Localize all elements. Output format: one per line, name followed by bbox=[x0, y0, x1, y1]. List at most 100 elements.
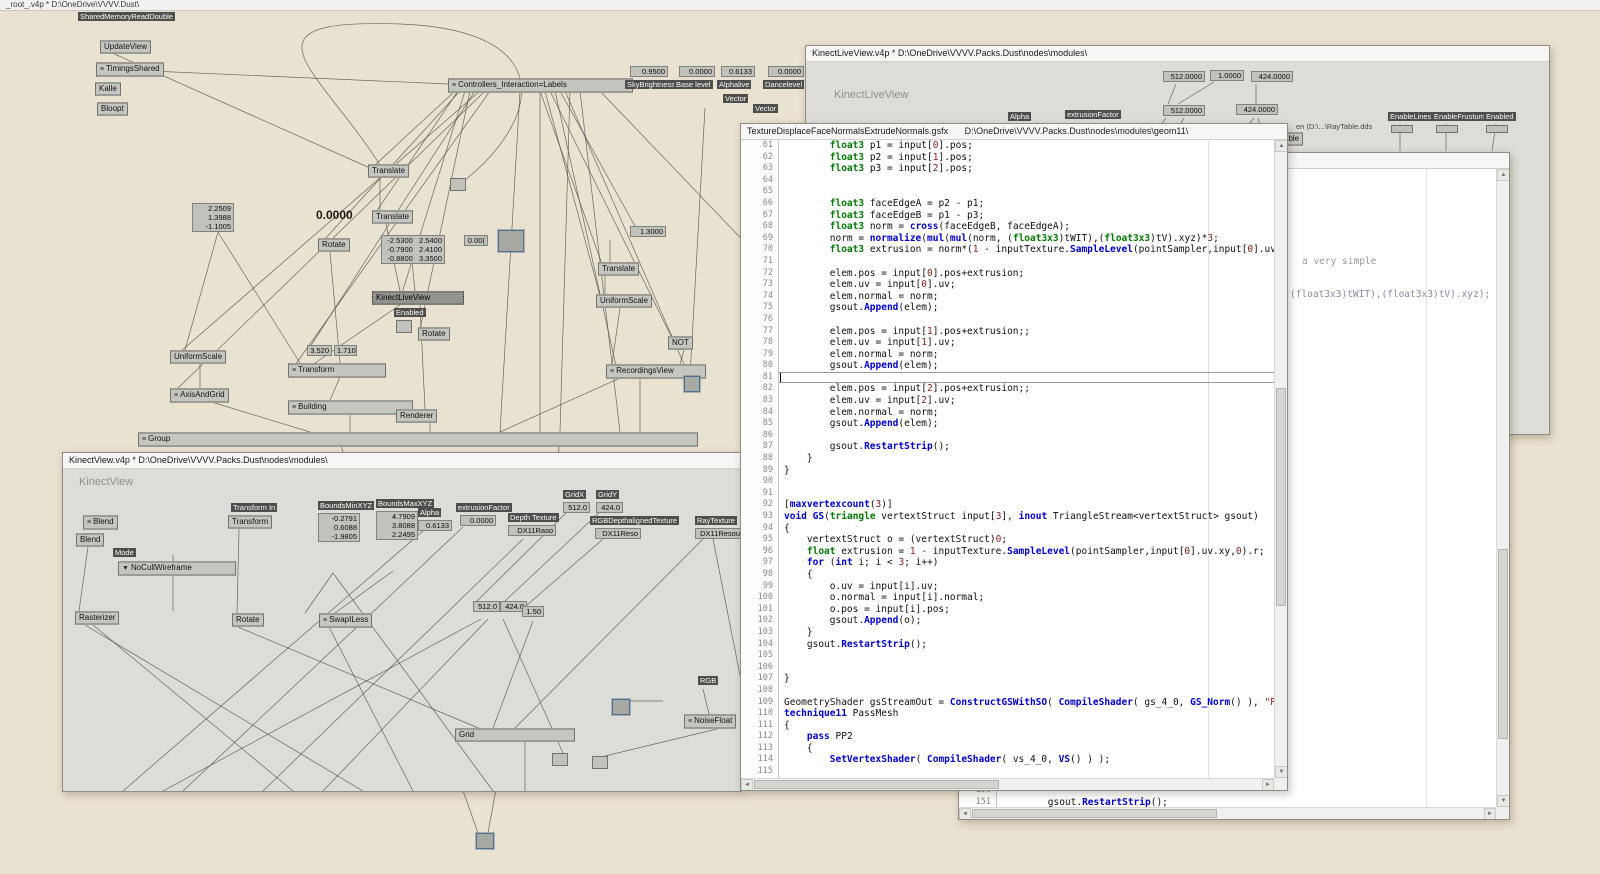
label-base-level[interactable]: Base level bbox=[674, 80, 713, 89]
value-0-0000[interactable]: 0.0000 bbox=[460, 515, 496, 526]
label-enablefrustum[interactable]: EnableFrustum bbox=[1432, 112, 1487, 121]
kinectview-titlebar[interactable]: KinectView.v4p * D:\OneDrive\VVVV.Packs.… bbox=[63, 453, 741, 469]
label-dancelevel[interactable]: Dancelevel bbox=[763, 80, 804, 89]
value-424-0000[interactable]: 424.0000 bbox=[1251, 71, 1293, 82]
value-512-0[interactable]: 512.0 bbox=[563, 502, 590, 513]
value-4-7909-3-8088-2-2495[interactable]: 4.7909 3.8088 2.2495 bbox=[376, 511, 418, 540]
code-line[interactable]: 73 elem.uv = input[0].uv; bbox=[741, 279, 1274, 291]
value-512-0000[interactable]: 512.0000 bbox=[1163, 71, 1205, 82]
shader-editor-titlebar[interactable]: TextureDisplaceFaceNormalsExtrudeNormals… bbox=[741, 124, 1287, 140]
code-line[interactable]: 106 bbox=[741, 662, 1274, 674]
hub-blend[interactable]: ≡Blend bbox=[83, 515, 118, 530]
code-line[interactable]: 111{ bbox=[741, 720, 1274, 732]
node-translate[interactable]: Translate bbox=[372, 210, 413, 224]
scroll-up-button[interactable] bbox=[1275, 140, 1287, 152]
code-line[interactable]: 102 gsout.Append(o); bbox=[741, 615, 1274, 627]
code-line[interactable]: 76 bbox=[741, 314, 1274, 326]
label-gridx[interactable]: GridX bbox=[563, 490, 586, 499]
scroll-left-button[interactable] bbox=[741, 779, 753, 790]
code-line[interactable]: 68 float3 norm = cross(faceEdgeB, faceEd… bbox=[741, 221, 1274, 233]
code-line[interactable]: 110technique11 PassMesh bbox=[741, 708, 1274, 720]
vertical-scrollbar[interactable] bbox=[1274, 140, 1287, 778]
box-box[interactable] bbox=[1486, 125, 1508, 133]
node-grid[interactable]: Grid bbox=[455, 728, 575, 742]
value-424-0000[interactable]: 424.0000 bbox=[1236, 104, 1278, 115]
code-line[interactable]: 99 o.uv = input[i].uv; bbox=[741, 581, 1274, 593]
code-line[interactable]: 83 elem.uv = input[2].uv; bbox=[741, 395, 1274, 407]
hub-noisefloat[interactable]: ≡NoiseFloat bbox=[684, 714, 736, 729]
label-raytexture[interactable]: RayTexture bbox=[695, 516, 737, 525]
value-0-0000[interactable]: 0.0000 bbox=[768, 66, 804, 77]
horizontal-scrollbar[interactable] bbox=[959, 807, 1496, 819]
code-line[interactable]: 96 float extrusion = 1 - inputTexture.Sa… bbox=[741, 546, 1274, 558]
code-line[interactable]: 74 elem.normal = norm; bbox=[741, 291, 1274, 303]
selbox-box[interactable] bbox=[476, 833, 494, 849]
node-bloopt[interactable]: Bloopt bbox=[97, 102, 128, 116]
shader-editor-body[interactable]: 61 float3 p1 = input[0].pos;62 float3 p2… bbox=[741, 140, 1287, 790]
label-enabled[interactable]: Enabled bbox=[1484, 112, 1516, 121]
hub-building[interactable]: ≡Building bbox=[288, 400, 413, 415]
value-0-6133[interactable]: 0.6133 bbox=[418, 520, 452, 531]
node-updateview[interactable]: UpdateView bbox=[100, 40, 151, 54]
label-depth-texture[interactable]: Depth Texture bbox=[508, 513, 559, 522]
label-enabled[interactable]: Enabled bbox=[394, 308, 426, 317]
label-enablelines[interactable]: EnableLines bbox=[1388, 112, 1433, 121]
kinectview-canvas[interactable]: KinectView≡BlendBlendMode▼NoCullWirefram… bbox=[63, 469, 741, 791]
value-0-9500[interactable]: 0.9500 bbox=[630, 66, 668, 77]
scroll-up-button[interactable] bbox=[1497, 169, 1509, 181]
box-box[interactable] bbox=[1436, 125, 1458, 133]
code-line[interactable]: 62 float3 p2 = input[1].pos; bbox=[741, 152, 1274, 164]
code-line[interactable]: 84 elem.normal = norm; bbox=[741, 407, 1274, 419]
label-extrusionfactor[interactable]: extrusionFactor bbox=[456, 503, 512, 512]
code-line[interactable]: 107} bbox=[741, 673, 1274, 685]
label-mode[interactable]: Mode bbox=[113, 548, 136, 557]
vertical-scroll-thumb[interactable] bbox=[1498, 549, 1508, 739]
code-line[interactable]: 105 bbox=[741, 650, 1274, 662]
code-line[interactable]: 115 bbox=[741, 766, 1274, 778]
code-line[interactable]: 65 bbox=[741, 186, 1274, 198]
node-rotate[interactable]: Rotate bbox=[318, 238, 350, 252]
code-line[interactable]: 103 } bbox=[741, 627, 1274, 639]
root-window-titlebar[interactable]: _root_.v4p * D:\OneDrive\VVVV.Dust\ bbox=[0, 0, 1600, 11]
hub-group[interactable]: ≡Group bbox=[138, 432, 698, 447]
node-renderer[interactable]: Renderer bbox=[396, 409, 437, 423]
label-alpha[interactable]: Alpha bbox=[1008, 112, 1031, 121]
code-line[interactable]: 63 float3 p3 = input[2].pos; bbox=[741, 163, 1274, 175]
code-line[interactable]: 114 SetVertexShader( CompileShader( vs_4… bbox=[741, 754, 1274, 766]
kinectliveview-titlebar[interactable]: KinectLiveView.v4p * D:\OneDrive\VVVV.Pa… bbox=[806, 46, 1549, 62]
code-line[interactable]: 92[maxvertexcount(3)] bbox=[741, 499, 1274, 511]
selbox-box[interactable] bbox=[498, 230, 524, 252]
value-0-0000[interactable]: 0.0000 bbox=[679, 66, 715, 77]
node-translate[interactable]: Translate bbox=[368, 164, 409, 178]
value-1-710[interactable]: 1.710 bbox=[334, 345, 357, 356]
value-1-0000[interactable]: 1.0000 bbox=[1210, 70, 1244, 81]
enum-nocullwireframe[interactable]: ▼NoCullWireframe bbox=[118, 561, 236, 576]
code-line[interactable]: 86 bbox=[741, 430, 1274, 442]
value-0-2791-0-6088-1-9805[interactable]: -0.2791 0.6088 -1.9805 bbox=[318, 513, 360, 542]
label-boundsmaxxyz[interactable]: BoundsMaxXYZ bbox=[376, 499, 434, 508]
node-not[interactable]: NOT bbox=[668, 336, 693, 350]
box-box[interactable] bbox=[1391, 125, 1413, 133]
selbox-box[interactable] bbox=[612, 699, 630, 715]
horizontal-scroll-thumb[interactable] bbox=[754, 780, 999, 789]
value-424-0[interactable]: 424.0 bbox=[596, 502, 623, 513]
code-line[interactable]: 80 gsout.Append(elem); bbox=[741, 360, 1274, 372]
node-rotate[interactable]: Rotate bbox=[418, 327, 450, 341]
scroll-right-button[interactable] bbox=[1262, 779, 1274, 790]
value-dx11raso[interactable]: DX11Raso bbox=[508, 525, 556, 536]
label-extrusionfactor[interactable]: extrusionFactor bbox=[1065, 110, 1121, 119]
value-0-00[interactable]: 0.00( bbox=[464, 235, 488, 246]
code-line[interactable]: 113 { bbox=[741, 743, 1274, 755]
code-line[interactable]: 69 norm = normalize(mul(mul(norm, (float… bbox=[741, 233, 1274, 245]
node-rasterizer[interactable]: Rasterizer bbox=[75, 611, 119, 625]
label-rgb[interactable]: RGB bbox=[698, 676, 718, 685]
selnode-kinectliveview[interactable]: KinectLiveView bbox=[372, 291, 464, 305]
code-line[interactable]: 77 elem.pos = input[1].pos+extrusion;; bbox=[741, 326, 1274, 338]
node-uniformscale[interactable]: UniformScale bbox=[170, 350, 226, 364]
label-alpha[interactable]: Alpha bbox=[418, 508, 441, 517]
code-line[interactable]: 101 o.pos = input[i].pos; bbox=[741, 604, 1274, 616]
code-line[interactable]: 97 for (int i; i < 3; i++) bbox=[741, 557, 1274, 569]
label-vector[interactable]: Vector bbox=[723, 94, 748, 103]
code-line[interactable]: 93void GS(triangle vertextStruct input[3… bbox=[741, 511, 1274, 523]
code-line[interactable]: 67 float3 faceEdgeB = p1 - p3; bbox=[741, 210, 1274, 222]
